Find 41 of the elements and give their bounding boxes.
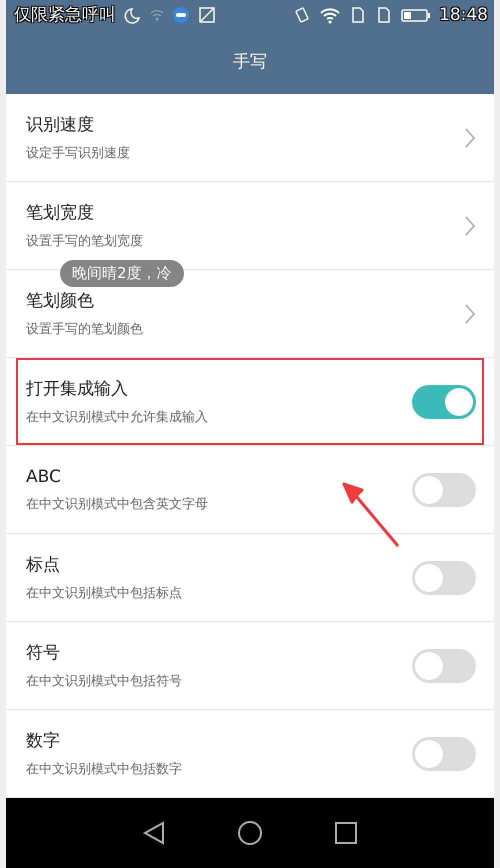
chevron-right-icon <box>464 302 476 324</box>
setting-title: 识别速度 <box>26 114 94 136</box>
setting-title: 标点 <box>26 554 60 576</box>
back-icon <box>141 820 167 846</box>
setting-title: 笔划颜色 <box>26 290 94 312</box>
recent-apps-icon <box>333 820 359 846</box>
setting-description: 在中文识别模式中允许集成输入 <box>26 409 208 426</box>
page-title: 手写 <box>233 51 267 74</box>
toggle-switch[interactable] <box>412 736 476 770</box>
chevron-right-icon <box>464 126 476 148</box>
wifi-icon <box>150 8 164 22</box>
toggle-switch[interactable] <box>412 560 476 594</box>
setting-title: ABC <box>26 466 61 486</box>
setting-title: 笔划宽度 <box>26 202 94 224</box>
setting-description: 在中文识别模式中包含英文字母 <box>26 496 208 512</box>
setting-title: 数字 <box>26 730 60 752</box>
settings-row[interactable]: 标点 在中文识别模式中包括标点 <box>6 534 494 622</box>
setting-description: 设置手写的笔划颜色 <box>26 321 143 338</box>
settings-row[interactable]: 识别速度 设定手写识别速度 <box>6 94 494 182</box>
weather-toast: 晚间晴2度，冷 <box>60 260 184 287</box>
settings-row[interactable]: 打开集成输入 在中文识别模式中允许集成输入 <box>6 358 494 446</box>
toggle-switch[interactable] <box>412 472 476 506</box>
moon-icon <box>124 6 142 24</box>
setting-description: 在中文识别模式中包括数字 <box>26 761 182 778</box>
setting-description: 设定手写识别速度 <box>26 145 130 162</box>
setting-title: 打开集成输入 <box>26 378 128 400</box>
setting-title: 符号 <box>26 642 60 664</box>
vibrate-icon <box>293 6 311 24</box>
toggle-switch[interactable] <box>412 384 476 418</box>
chevron-right-icon <box>464 214 476 236</box>
setting-description: 设置手写的笔划宽度 <box>26 233 143 250</box>
wifi-icon <box>319 6 341 24</box>
arrow-drawing <box>342 482 400 548</box>
settings-row[interactable]: 符号 在中文识别模式中包括符号 <box>6 622 494 710</box>
image-icon <box>198 6 216 24</box>
setting-description: 在中文识别模式中包括符号 <box>26 673 182 690</box>
home-icon <box>237 820 263 846</box>
carrier-text: 仅限紧急呼叫 <box>14 4 116 26</box>
toggle-switch[interactable] <box>412 648 476 682</box>
clock-time: 18:48 <box>439 4 488 25</box>
setting-description: 在中文识别模式中包括标点 <box>26 585 182 602</box>
